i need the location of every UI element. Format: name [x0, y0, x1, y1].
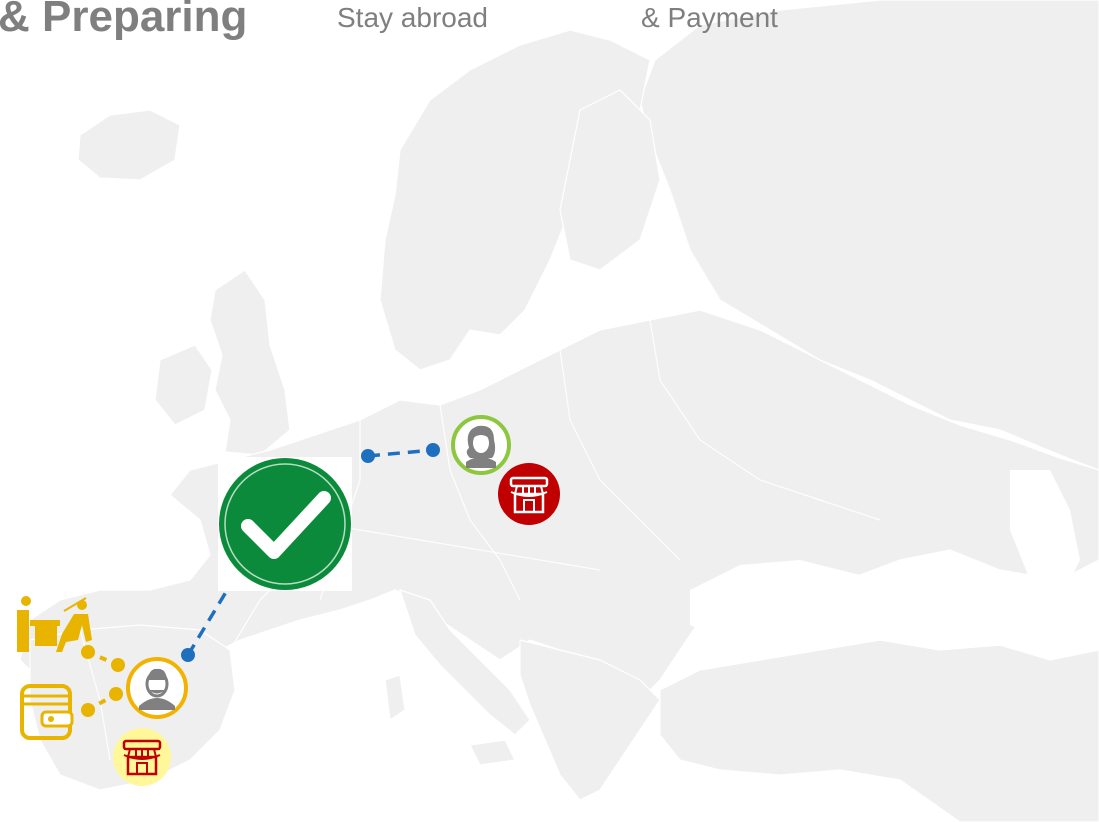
route-dot	[426, 443, 440, 457]
origin-connectors	[81, 645, 125, 717]
storefront-icon	[498, 463, 560, 525]
journey-overlay	[17, 415, 560, 786]
check-circle-icon	[218, 457, 352, 591]
route-dot	[181, 648, 195, 662]
storefront-icon	[113, 728, 171, 786]
route-dot	[361, 449, 375, 463]
meeting-desk-icon	[17, 596, 92, 652]
male-person-icon	[126, 657, 188, 719]
route-origin-to-check	[181, 591, 228, 662]
female-person-icon	[451, 415, 511, 475]
wallet-icon	[20, 684, 74, 740]
route-check-to-destination	[361, 443, 440, 463]
